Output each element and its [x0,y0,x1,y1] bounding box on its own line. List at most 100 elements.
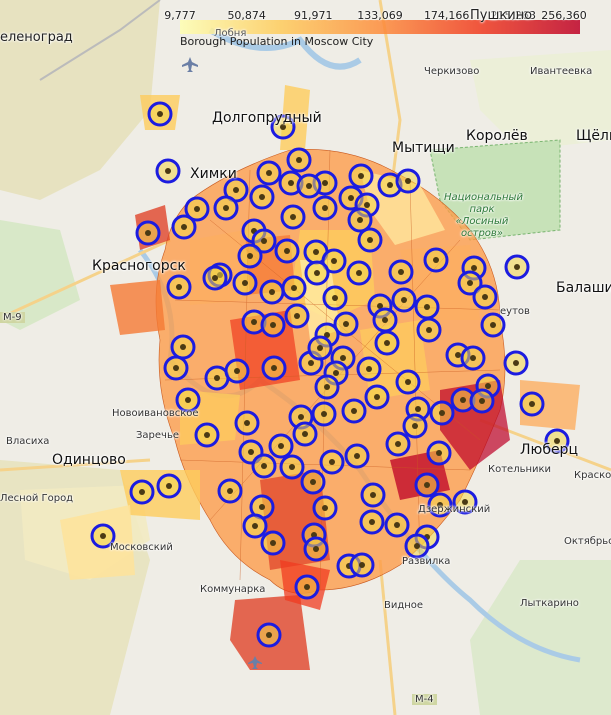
borough-marker[interactable] [129,479,155,505]
borough-marker[interactable] [280,204,306,230]
marker-center [395,441,401,447]
borough-marker[interactable] [314,374,340,400]
borough-marker[interactable] [284,303,310,329]
borough-marker[interactable] [404,533,430,559]
borough-marker[interactable] [268,433,294,459]
borough-marker[interactable] [170,334,196,360]
borough-marker[interactable] [349,552,375,578]
borough-marker[interactable] [300,469,326,495]
borough-marker[interactable] [426,440,452,466]
borough-marker[interactable] [163,355,189,381]
marker-center [304,584,310,590]
borough-marker[interactable] [519,391,545,417]
marker-center [384,340,390,346]
borough-marker[interactable] [360,482,386,508]
borough-marker[interactable] [503,350,529,376]
marker-center [412,423,418,429]
borough-marker[interactable] [480,312,506,338]
marker-center [166,483,172,489]
borough-marker[interactable] [346,260,372,286]
borough-marker[interactable] [249,184,275,210]
borough-marker[interactable] [311,401,337,427]
marker-center [479,398,485,404]
borough-marker[interactable] [429,400,455,426]
borough-marker[interactable] [395,168,421,194]
borough-marker[interactable] [416,317,442,343]
borough-marker[interactable] [259,279,285,305]
marker-center [405,379,411,385]
marker-center [317,345,323,351]
marker-center [329,459,335,465]
borough-marker[interactable] [279,454,305,480]
marker-center [308,360,314,366]
borough-marker[interactable] [372,307,398,333]
borough-marker[interactable] [281,275,307,301]
borough-marker[interactable] [260,312,286,338]
marker-center [321,411,327,417]
borough-marker[interactable] [251,453,277,479]
borough-marker[interactable] [312,495,338,521]
borough-marker[interactable] [234,410,260,436]
borough-marker[interactable] [286,147,312,173]
borough-marker[interactable] [364,384,390,410]
borough-marker[interactable] [347,207,373,233]
marker-center [266,170,272,176]
borough-marker[interactable] [374,330,400,356]
borough-marker[interactable] [217,478,243,504]
marker-center [288,180,294,186]
borough-marker[interactable] [322,285,348,311]
borough-marker[interactable] [294,574,320,600]
borough-marker[interactable] [391,287,417,313]
marker-center [471,265,477,271]
borough-marker[interactable] [357,227,383,253]
borough-marker[interactable] [414,472,440,498]
borough-marker[interactable] [256,160,282,186]
borough-marker[interactable] [344,443,370,469]
borough-marker[interactable] [155,158,181,184]
borough-marker[interactable] [292,421,318,447]
borough-marker[interactable] [135,220,161,246]
borough-marker[interactable] [385,431,411,457]
marker-center [100,533,106,539]
borough-marker[interactable] [237,243,263,269]
borough-marker[interactable] [472,284,498,310]
borough-marker[interactable] [319,449,345,475]
borough-marker[interactable] [260,530,286,556]
borough-marker[interactable] [460,345,486,371]
borough-marker[interactable] [274,238,300,264]
borough-marker[interactable] [384,512,410,538]
marker-center [460,397,466,403]
borough-marker[interactable] [242,513,268,539]
borough-marker[interactable] [423,247,449,273]
borough-marker[interactable] [402,413,428,439]
borough-marker[interactable] [469,388,495,414]
borough-marker[interactable] [395,369,421,395]
borough-marker[interactable] [147,101,173,127]
borough-marker[interactable] [261,355,287,381]
borough-marker[interactable] [341,398,367,424]
borough-marker[interactable] [504,254,530,280]
label-razvilka: Развилка [402,556,451,567]
borough-marker[interactable] [356,356,382,382]
marker-center [291,285,297,291]
borough-marker[interactable] [213,195,239,221]
borough-marker[interactable] [156,473,182,499]
borough-marker[interactable] [232,270,258,296]
borough-marker[interactable] [303,536,329,562]
borough-marker[interactable] [202,265,228,291]
borough-marker[interactable] [304,260,330,286]
borough-marker[interactable] [224,358,250,384]
borough-marker[interactable] [312,195,338,221]
borough-marker[interactable] [414,294,440,320]
marker-center [298,414,304,420]
borough-marker[interactable] [256,622,282,648]
borough-marker[interactable] [348,163,374,189]
borough-marker[interactable] [166,274,192,300]
borough-marker[interactable] [296,173,322,199]
borough-marker[interactable] [388,259,414,285]
borough-marker[interactable] [194,422,220,448]
marker-center [296,157,302,163]
borough-marker[interactable] [359,509,385,535]
borough-marker[interactable] [307,335,333,361]
borough-marker[interactable] [171,214,197,240]
